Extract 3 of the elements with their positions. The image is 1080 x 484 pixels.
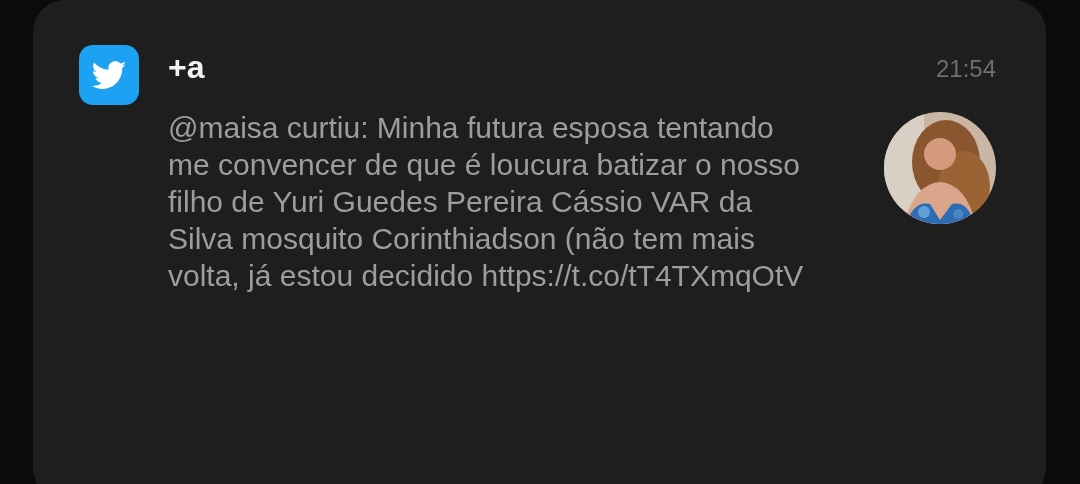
app-name: +a — [168, 51, 206, 83]
notification-message: @maisa curtiu: Minha futura esposa tentando me convencer de que é loucura batizar o nosso filho de Yuri Guedes Pereira Cássio VAR da Silva mosquito Corinthiadson (não tem mais volta, já estou decidido https://t.co/tT4TXmqOtV — [168, 110, 805, 294]
time-label: 21:54 — [935, 57, 996, 81]
